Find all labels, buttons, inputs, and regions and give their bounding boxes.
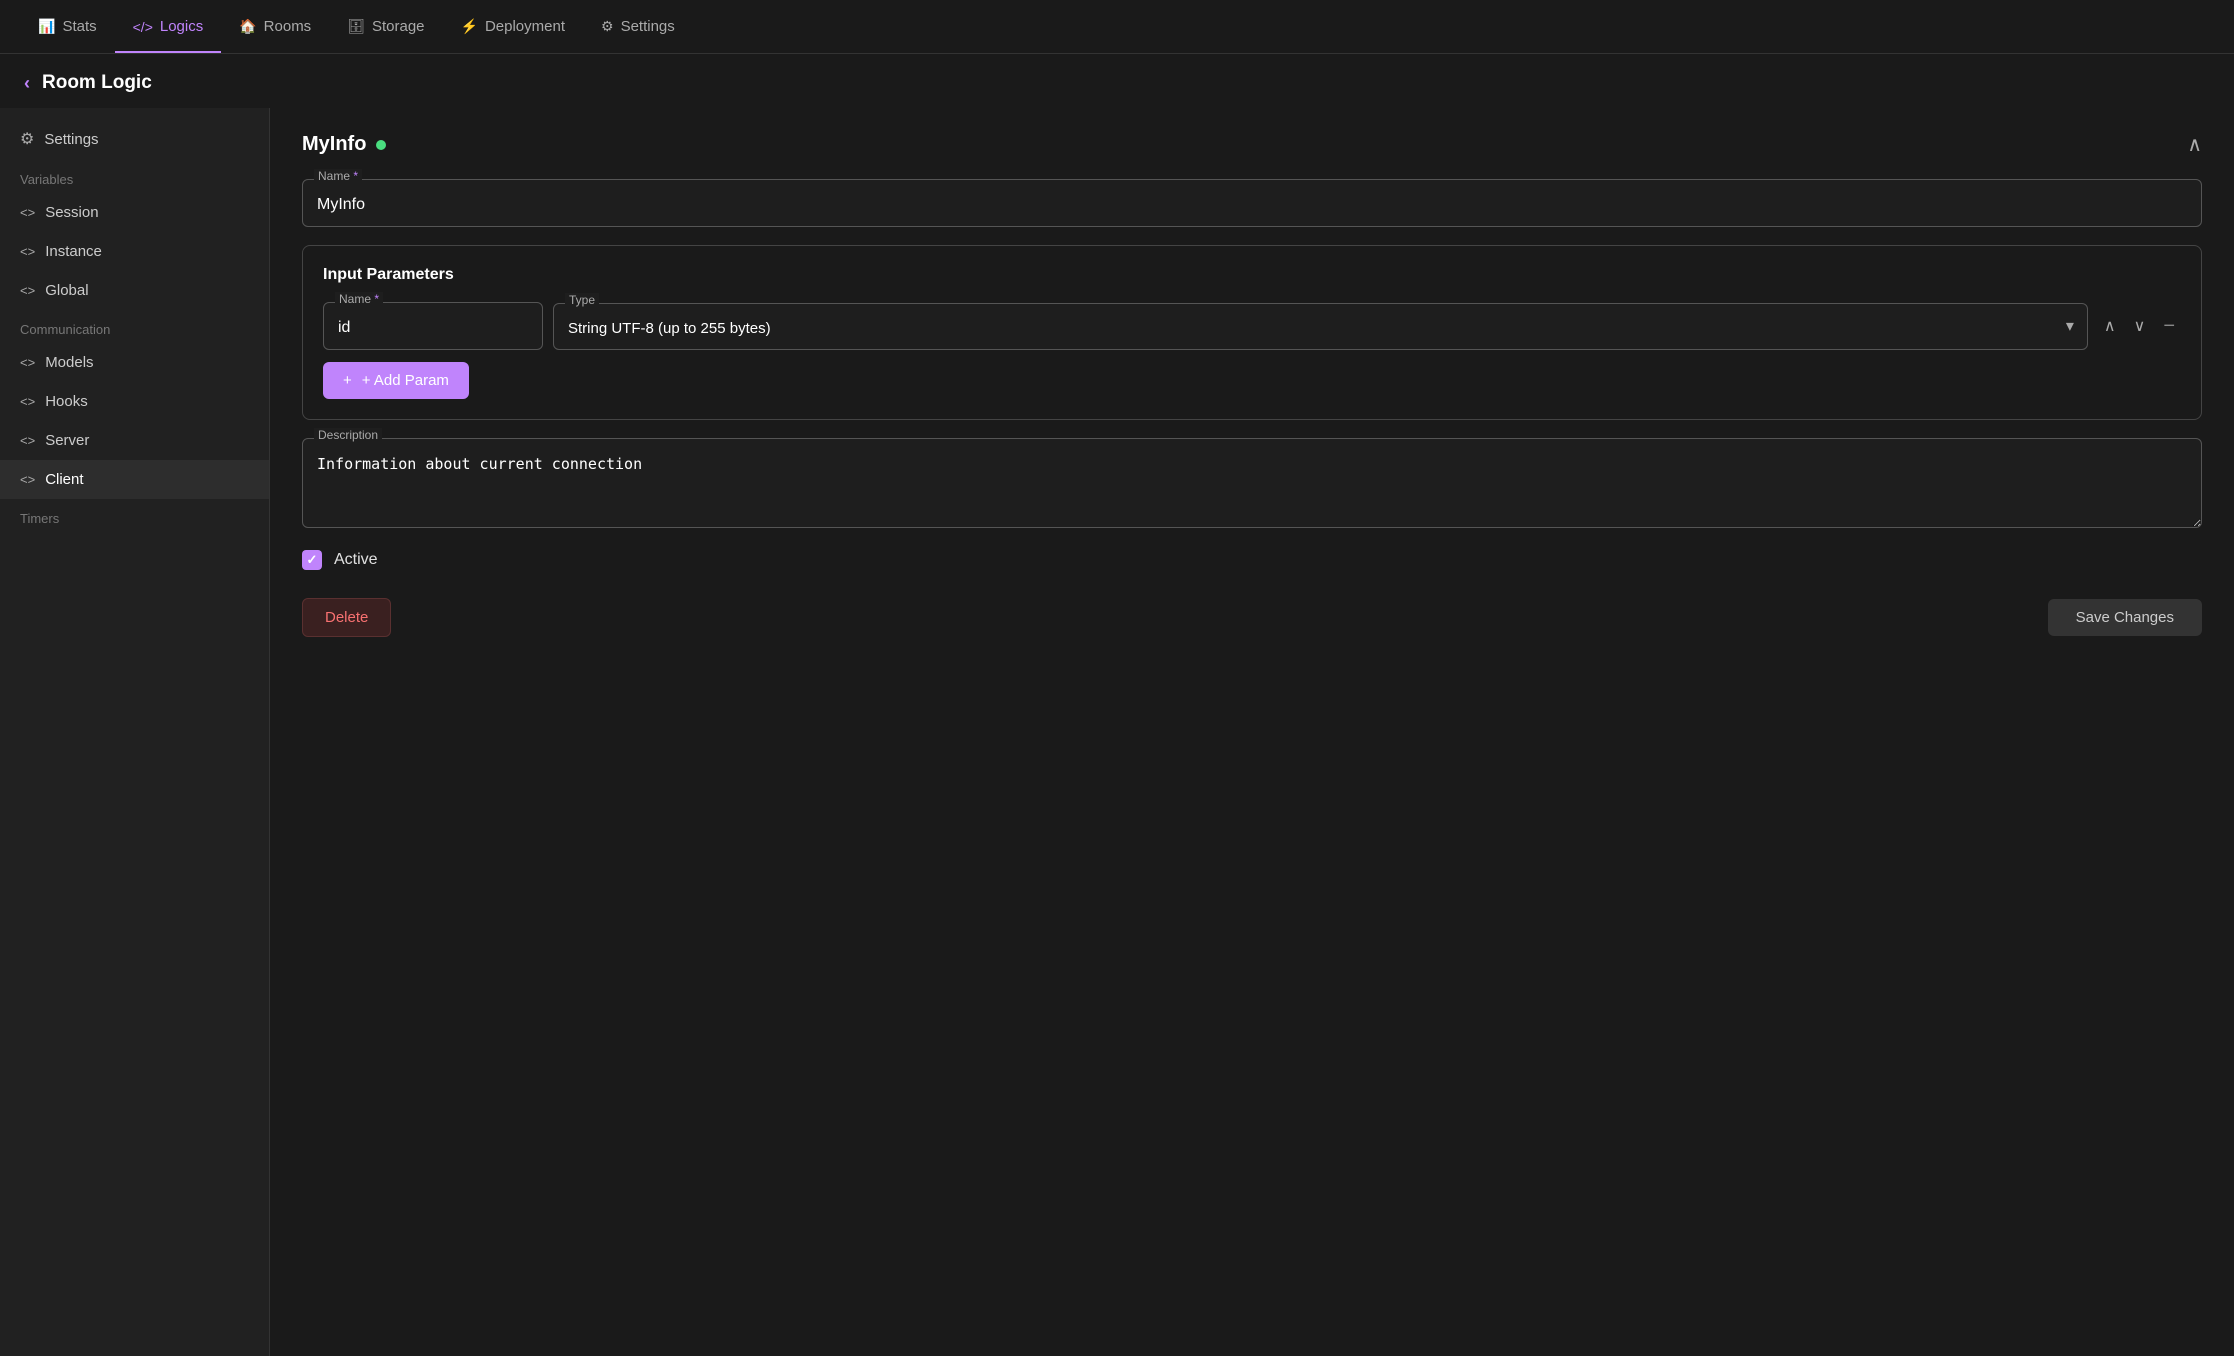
sidebar-item-settings[interactable]: ⚙ Settings bbox=[0, 118, 269, 160]
sidebar: ⚙ Settings Variables <> Session <> Insta… bbox=[0, 108, 270, 1356]
nav-logics[interactable]: </> Logics bbox=[115, 0, 222, 53]
logics-icon: </> bbox=[133, 19, 153, 35]
main-content: MyInfo ∧ Name * Input Parameters bbox=[270, 108, 2234, 1356]
communication-section-label: Communication bbox=[0, 310, 269, 343]
sidebar-item-client[interactable]: <> Client bbox=[0, 460, 269, 499]
stats-icon: 📊 bbox=[38, 18, 55, 35]
name-required-marker: * bbox=[353, 169, 358, 183]
param-actions: ∧ ∨ − bbox=[2098, 311, 2181, 342]
code-icon-models: <> bbox=[20, 355, 35, 370]
storage-icon: 🗄 bbox=[347, 18, 365, 35]
description-textarea[interactable]: Information about current connection bbox=[302, 438, 2202, 528]
code-icon-server: <> bbox=[20, 433, 35, 448]
code-icon-client: <> bbox=[20, 472, 35, 487]
param-name-field: Name * bbox=[323, 302, 543, 350]
nav-rooms[interactable]: 🏠 Rooms bbox=[221, 0, 329, 53]
sidebar-item-session[interactable]: <> Session bbox=[0, 193, 269, 232]
active-row: ✓ Active bbox=[302, 550, 2202, 570]
save-button[interactable]: Save Changes bbox=[2048, 599, 2202, 636]
param-move-up-button[interactable]: ∧ bbox=[2098, 312, 2122, 340]
variables-section-label: Variables bbox=[0, 160, 269, 193]
nav-stats[interactable]: 📊 Stats bbox=[20, 0, 115, 53]
name-field-container: Name * bbox=[302, 179, 2202, 227]
param-name-input[interactable] bbox=[323, 302, 543, 350]
status-dot bbox=[376, 140, 386, 150]
param-name-label: Name * bbox=[335, 292, 383, 306]
code-icon-session: <> bbox=[20, 205, 35, 220]
params-title: Input Parameters bbox=[323, 266, 2181, 284]
logic-title: MyInfo bbox=[302, 133, 386, 156]
nav-storage[interactable]: 🗄 Storage bbox=[329, 0, 442, 53]
sidebar-item-models[interactable]: <> Models bbox=[0, 343, 269, 382]
page-title: Room Logic bbox=[42, 72, 152, 94]
nav-deployment[interactable]: ⚡ Deployment bbox=[443, 0, 583, 53]
checkmark-icon: ✓ bbox=[307, 552, 318, 568]
type-select[interactable]: String UTF-8 (up to 255 bytes) Integer F… bbox=[553, 303, 2088, 350]
logic-header: MyInfo ∧ bbox=[302, 132, 2202, 157]
code-icon-hooks: <> bbox=[20, 394, 35, 409]
top-nav: 📊 Stats </> Logics 🏠 Rooms 🗄 Storage ⚡ D… bbox=[0, 0, 2234, 54]
description-label: Description bbox=[314, 428, 382, 442]
add-param-icon: + bbox=[343, 372, 352, 389]
delete-button[interactable]: Delete bbox=[302, 598, 391, 637]
active-checkbox[interactable]: ✓ bbox=[302, 550, 322, 570]
param-row: Name * Type bbox=[323, 302, 2181, 350]
sidebar-item-global[interactable]: <> Global bbox=[0, 271, 269, 310]
name-input[interactable] bbox=[302, 179, 2202, 227]
active-label: Active bbox=[334, 551, 378, 569]
settings-nav-icon: ⚙ bbox=[601, 18, 614, 35]
gear-icon: ⚙ bbox=[20, 129, 34, 149]
description-field: Description Information about current co… bbox=[302, 438, 2202, 532]
param-type-field: Type String UTF-8 (up to 255 bytes) Inte… bbox=[553, 303, 2088, 350]
param-remove-button[interactable]: − bbox=[2157, 311, 2181, 342]
code-icon-instance: <> bbox=[20, 244, 35, 259]
add-param-button[interactable]: + + Add Param bbox=[323, 362, 469, 399]
name-field-label: Name * bbox=[314, 169, 362, 183]
param-move-down-button[interactable]: ∨ bbox=[2128, 312, 2152, 340]
nav-settings[interactable]: ⚙ Settings bbox=[583, 0, 693, 53]
rooms-icon: 🏠 bbox=[239, 18, 256, 35]
bottom-actions: Delete Save Changes bbox=[302, 598, 2202, 637]
sidebar-item-hooks[interactable]: <> Hooks bbox=[0, 382, 269, 421]
param-type-label: Type bbox=[565, 293, 599, 307]
deployment-icon: ⚡ bbox=[461, 18, 478, 35]
code-icon-global: <> bbox=[20, 283, 35, 298]
timers-section-label: Timers bbox=[0, 499, 269, 532]
sidebar-item-server[interactable]: <> Server bbox=[0, 421, 269, 460]
type-select-wrapper: String UTF-8 (up to 255 bytes) Integer F… bbox=[553, 303, 2088, 350]
input-params-section: Input Parameters Name * bbox=[302, 245, 2202, 420]
back-button[interactable]: ‹ bbox=[24, 73, 30, 94]
sidebar-item-instance[interactable]: <> Instance bbox=[0, 232, 269, 271]
collapse-button[interactable]: ∧ bbox=[2187, 132, 2202, 157]
page-header: ‹ Room Logic bbox=[0, 54, 2234, 108]
